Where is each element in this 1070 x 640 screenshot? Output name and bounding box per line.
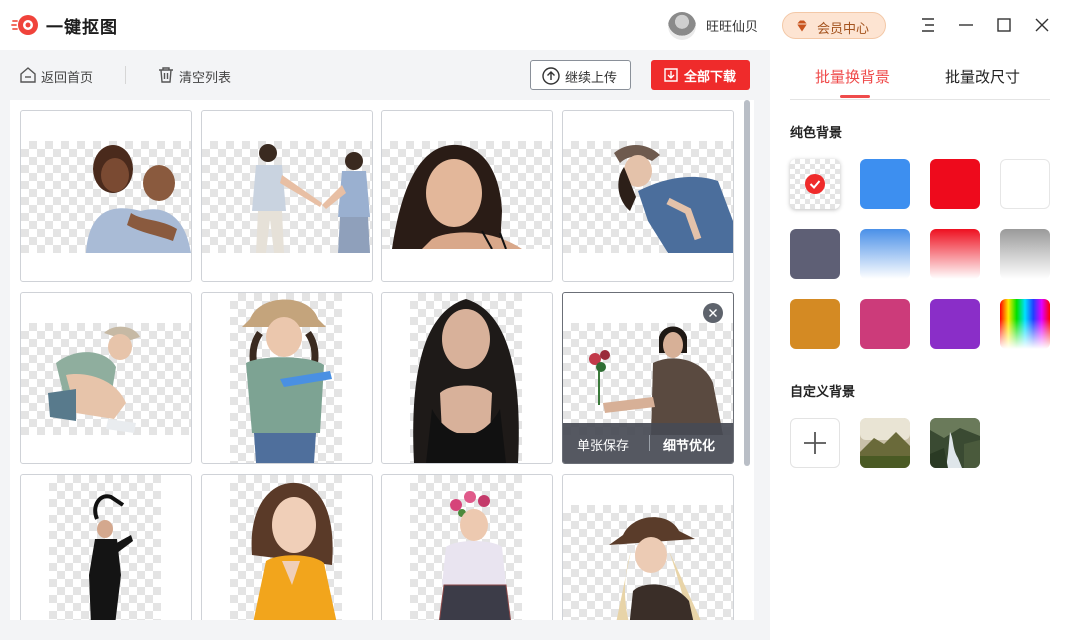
close-icon[interactable] bbox=[1031, 14, 1053, 36]
image-card[interactable] bbox=[562, 110, 734, 282]
image-grid: 单张保存 细节优化 bbox=[10, 100, 754, 620]
couple-cutout-image bbox=[86, 145, 191, 253]
girl-hat-denim-cutout-image bbox=[614, 144, 733, 253]
image-card[interactable] bbox=[381, 110, 553, 282]
upload-icon bbox=[542, 67, 560, 85]
custom-bg-title: 自定义背景 bbox=[790, 385, 856, 400]
solid-bg-title: 纯色背景 bbox=[790, 126, 843, 141]
clear-list-button[interactable]: 清空列表 bbox=[157, 66, 247, 86]
girl-sitting-cutout-image bbox=[48, 326, 140, 433]
app-title: 一键抠图 bbox=[46, 18, 118, 38]
user-avatar[interactable] bbox=[668, 12, 696, 40]
woman-with-flowers-cutout-image bbox=[589, 326, 723, 435]
refine-details-button[interactable]: 细节优化 bbox=[663, 435, 715, 454]
home-icon bbox=[20, 67, 36, 83]
swatch-white[interactable] bbox=[1000, 159, 1050, 209]
woman-brown-hat-cutout-image bbox=[609, 517, 701, 620]
active-tab-indicator bbox=[840, 95, 870, 98]
plus-icon bbox=[804, 432, 826, 454]
image-card[interactable] bbox=[20, 110, 192, 282]
girl-flower-crown-cutout-image bbox=[438, 491, 512, 620]
woman-portrait-cutout-image bbox=[392, 144, 522, 249]
swatch-red[interactable] bbox=[930, 159, 980, 209]
download-all-label: 全部下载 bbox=[684, 70, 737, 85]
woman-black-outfit-cutout-image bbox=[89, 494, 133, 620]
swatch-slate[interactable] bbox=[790, 229, 840, 279]
girl-yellow-shirt-cutout-image bbox=[251, 482, 337, 620]
image-card[interactable] bbox=[20, 474, 192, 620]
diamond-icon bbox=[797, 20, 807, 32]
app-logo-icon bbox=[11, 15, 38, 35]
vip-label: 会员中心 bbox=[817, 22, 870, 37]
swatch-purple[interactable] bbox=[930, 299, 980, 349]
back-home-label: 返回首页 bbox=[41, 71, 94, 86]
download-all-button[interactable]: 全部下载 bbox=[651, 60, 750, 90]
image-card[interactable] bbox=[20, 292, 192, 464]
image-card[interactable] bbox=[381, 292, 553, 464]
card-action-bar: 单张保存 细节优化 bbox=[563, 423, 733, 463]
swatch-orange[interactable] bbox=[790, 299, 840, 349]
swatch-gray-gradient[interactable] bbox=[1000, 229, 1050, 279]
swatch-red-gradient[interactable] bbox=[930, 229, 980, 279]
swatch-transparent[interactable] bbox=[790, 159, 840, 209]
vip-center-button[interactable]: 会员中心 bbox=[782, 12, 886, 39]
image-card[interactable] bbox=[562, 474, 734, 620]
image-card-selected[interactable]: 单张保存 细节优化 bbox=[562, 292, 734, 464]
continue-upload-button[interactable]: 继续上传 bbox=[530, 60, 631, 90]
username[interactable]: 旺旺仙贝 bbox=[706, 16, 758, 35]
image-card[interactable] bbox=[201, 474, 373, 620]
save-single-button[interactable]: 单张保存 bbox=[577, 435, 629, 454]
girl-bucket-hat-cutout-image bbox=[242, 299, 332, 463]
menu-icon[interactable] bbox=[917, 14, 939, 36]
image-card[interactable] bbox=[381, 474, 553, 620]
mountain-background-thumbnail[interactable] bbox=[860, 418, 910, 468]
tab-batch-resize[interactable]: 批量改尺寸 bbox=[945, 66, 1020, 87]
waterfall-background-thumbnail[interactable] bbox=[930, 418, 980, 468]
image-card[interactable] bbox=[201, 292, 373, 464]
image-card[interactable] bbox=[201, 110, 373, 282]
continue-upload-label: 继续上传 bbox=[565, 71, 618, 86]
title-bar: 一键抠图 旺旺仙贝 会员中心 bbox=[0, 0, 1070, 50]
woman-black-dress-cutout-image bbox=[413, 299, 519, 463]
two-girls-cutout-image bbox=[252, 144, 370, 253]
swatch-pink[interactable] bbox=[860, 299, 910, 349]
tabs-divider bbox=[790, 99, 1050, 100]
tab-batch-background[interactable]: 批量换背景 bbox=[815, 66, 890, 87]
back-home-button[interactable]: 返回首页 bbox=[19, 66, 109, 86]
swatch-rainbow[interactable] bbox=[1000, 299, 1050, 349]
close-icon bbox=[709, 309, 717, 317]
toolbar-divider bbox=[125, 66, 126, 84]
checkmark-icon bbox=[805, 174, 825, 194]
grid-scrollbar-thumb[interactable] bbox=[744, 100, 750, 466]
swatch-blue[interactable] bbox=[860, 159, 910, 209]
remove-image-button[interactable] bbox=[703, 303, 723, 323]
clear-list-label: 清空列表 bbox=[179, 71, 232, 86]
minimize-icon[interactable] bbox=[955, 14, 977, 36]
trash-icon bbox=[159, 67, 173, 83]
download-icon bbox=[664, 68, 678, 82]
add-custom-background-button[interactable] bbox=[790, 418, 840, 468]
maximize-icon[interactable] bbox=[993, 14, 1015, 36]
swatch-blue-gradient[interactable] bbox=[860, 229, 910, 279]
action-divider bbox=[649, 435, 650, 451]
